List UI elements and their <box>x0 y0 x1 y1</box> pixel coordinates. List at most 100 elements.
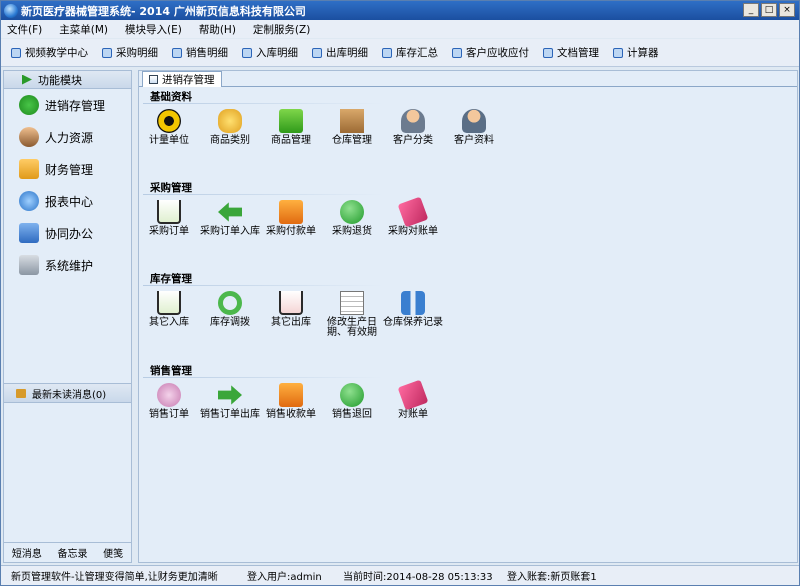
item-label: 销售收款单 <box>266 409 316 420</box>
item-purchase-payment[interactable]: 采购付款单 <box>261 200 321 237</box>
sidebar-item-system[interactable]: 系统维护 <box>4 249 131 281</box>
toolbar-calculator[interactable]: 计算器 <box>613 45 659 60</box>
sidebar-bottom-tabs: 短消息 备忘录 便笺 <box>4 542 131 562</box>
item-sales-return[interactable]: 销售退回 <box>322 383 382 420</box>
short-message-tab[interactable]: 短消息 <box>12 545 42 560</box>
sidebar-item-label: 系统维护 <box>45 258 94 273</box>
rss-add-icon <box>279 383 303 407</box>
arrow-right-icon <box>218 385 242 405</box>
menu-main[interactable]: 主菜单(M) <box>59 22 108 37</box>
sidebar-item-reports[interactable]: 报表中心 <box>4 185 131 217</box>
item-purchase-statement[interactable]: 采购对账单 <box>383 196 443 237</box>
section-title: 销售管理 <box>150 365 192 377</box>
toolbar-receivable-payable[interactable]: 客户应收应付 <box>452 45 529 60</box>
item-label: 其它出库 <box>271 317 311 328</box>
item-purchase-return[interactable]: 采购退货 <box>322 200 382 237</box>
item-label: 商品管理 <box>271 135 311 146</box>
section-stock: 库存管理 其它入库 库存调拨 其它出库 修改生产日期、有效期 仓库保养记录 <box>139 271 797 363</box>
toolbar-video-tutorial[interactable]: 视频教学中心 <box>11 45 88 60</box>
item-sales-order[interactable]: 销售订单 <box>139 383 199 420</box>
notes-tab[interactable]: 便笺 <box>103 545 123 560</box>
minimize-button[interactable]: _ <box>743 3 759 17</box>
maximize-button[interactable]: □ <box>761 3 777 17</box>
status-time: 当前时间:2014-08-28 05:13:33 <box>343 572 493 583</box>
section-title: 采购管理 <box>150 182 192 194</box>
recycle-icon <box>218 291 242 315</box>
item-purchase-order[interactable]: 采购订单 <box>139 200 199 237</box>
item-statement[interactable]: 对账单 <box>383 379 443 420</box>
item-purchase-inbound[interactable]: 采购订单入库 <box>200 200 260 237</box>
item-customer-info[interactable]: 客户资料 <box>444 109 504 146</box>
checkbox-icon <box>11 47 21 58</box>
close-button[interactable]: × <box>779 3 795 17</box>
app-window: 新页医疗器械管理系统- 2014 广州新页信息科技有限公司 _ □ × 文件(F… <box>0 0 800 586</box>
toolbar-outbound-detail[interactable]: 出库明细 <box>312 45 368 60</box>
item-label: 其它入库 <box>149 317 189 328</box>
checkbox-icon <box>613 47 623 58</box>
users-icon <box>401 109 425 133</box>
item-sales-receipt[interactable]: 销售收款单 <box>261 383 321 420</box>
toolbar-label: 计算器 <box>627 47 659 59</box>
item-modify-dates[interactable]: 修改生产日期、有效期 <box>322 291 382 338</box>
checkbox-icon <box>312 47 322 58</box>
toolbar-label: 视频教学中心 <box>25 47 88 59</box>
item-sales-outbound[interactable]: 销售订单出库 <box>200 383 260 420</box>
item-other-inbound[interactable]: 其它入库 <box>139 291 199 328</box>
toolbar-purchase-detail[interactable]: 采购明细 <box>102 45 158 60</box>
section-divider <box>143 285 383 286</box>
item-label: 销售退回 <box>332 409 372 420</box>
toolbar-stock-summary[interactable]: 库存汇总 <box>382 45 438 60</box>
item-label: 销售订单出库 <box>200 409 260 420</box>
unread-messages-bar[interactable]: 最新未读消息(0) <box>4 383 131 403</box>
item-maintenance-record[interactable]: 仓库保养记录 <box>383 291 443 328</box>
sidebar-item-inventory[interactable]: 进销存管理 <box>4 89 131 121</box>
item-goods[interactable]: 商品管理 <box>261 109 321 146</box>
toolbar-inbound-detail[interactable]: 入库明细 <box>242 45 298 60</box>
green-circle-icon <box>340 200 364 224</box>
table-icon <box>340 291 364 315</box>
checkbox-icon <box>452 47 462 58</box>
tab-inventory[interactable]: 进销存管理 <box>142 71 222 87</box>
item-label: 对账单 <box>398 409 428 420</box>
toolbar-label: 客户应收应付 <box>466 47 529 59</box>
tab-label: 进销存管理 <box>162 74 215 86</box>
section-purchase: 采购管理 采购订单 采购订单入库 采购付款单 采购退货 采购对账单 <box>139 180 797 270</box>
main-content: 进销存管理 基础资料 计量单位 商品类别 商品管理 仓库管理 客户分类 客户资料… <box>138 70 798 563</box>
unread-messages-label: 最新未读消息(0) <box>32 389 107 401</box>
toolbar-document-mgmt[interactable]: 文档管理 <box>543 45 599 60</box>
status-account: 登入账套:新页账套1 <box>507 572 597 583</box>
item-category[interactable]: 商品类别 <box>200 109 260 146</box>
refresh-icon <box>19 191 39 211</box>
item-customer-category[interactable]: 客户分类 <box>383 109 443 146</box>
item-stock-transfer[interactable]: 库存调拨 <box>200 291 260 328</box>
sidebar-item-label: 财务管理 <box>45 162 94 177</box>
sidebar-item-hr[interactable]: 人力资源 <box>4 121 131 153</box>
menu-bar: 文件(F) 主菜单(M) 模块导入(E) 帮助(H) 定制服务(Z) <box>1 20 799 38</box>
item-warehouse[interactable]: 仓库管理 <box>322 109 382 146</box>
shopping-bag-icon <box>279 109 303 133</box>
item-unit[interactable]: 计量单位 <box>139 109 199 146</box>
toolbar-sales-detail[interactable]: 销售明细 <box>172 45 228 60</box>
checkbox-icon <box>543 47 553 58</box>
lock-icon <box>19 255 39 275</box>
app-globe-icon <box>4 3 18 18</box>
menu-custom-service[interactable]: 定制服务(Z) <box>253 22 310 37</box>
menu-help[interactable]: 帮助(H) <box>199 22 236 37</box>
sidebar: 功能模块 进销存管理 人力资源 财务管理 报表中心 协同办公 系统维护 最新未读… <box>3 70 132 563</box>
checkbox-icon <box>102 47 112 58</box>
sidebar-item-label: 人力资源 <box>45 130 94 145</box>
gears-icon <box>218 109 242 133</box>
people-icon <box>19 127 39 147</box>
menu-file[interactable]: 文件(F) <box>7 22 42 37</box>
cart-remove-icon <box>279 291 303 315</box>
bars-icon <box>401 291 425 315</box>
item-other-outbound[interactable]: 其它出库 <box>261 291 321 328</box>
menu-module-import[interactable]: 模块导入(E) <box>125 22 182 37</box>
section-sales: 销售管理 销售订单 销售订单出库 销售收款单 销售退回 对账单 <box>139 363 797 453</box>
section-divider <box>143 103 383 104</box>
memo-tab[interactable]: 备忘录 <box>57 545 87 560</box>
sidebar-item-finance[interactable]: 财务管理 <box>4 153 131 185</box>
sidebar-item-office[interactable]: 协同办公 <box>4 217 131 249</box>
status-user: 登入用户:admin <box>247 572 322 583</box>
eraser-icon <box>397 196 429 228</box>
